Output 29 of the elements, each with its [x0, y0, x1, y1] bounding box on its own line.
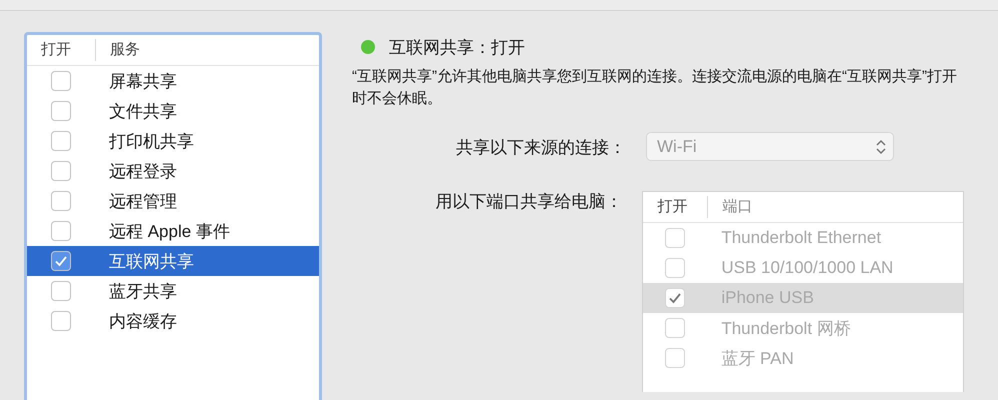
checkbox[interactable]	[51, 221, 71, 241]
status-title: 互联网共享：打开	[389, 36, 525, 58]
checkbox[interactable]	[51, 311, 71, 331]
list-row[interactable]: 互联网共享	[27, 246, 319, 276]
column-header: 打开	[643, 196, 708, 218]
checkbox[interactable]	[51, 191, 71, 211]
checkbox[interactable]	[51, 131, 71, 151]
column-header: 打开	[27, 39, 96, 61]
checkmark-icon	[54, 255, 68, 267]
list-row[interactable]: 远程 Apple 事件	[27, 216, 319, 246]
checkbox[interactable]	[51, 71, 71, 91]
ports-label: 用以下端口共享给电脑：	[434, 191, 622, 213]
checkmark-icon	[668, 292, 682, 304]
column-header: 端口	[721, 197, 752, 217]
source-label: 共享以下来源的连接：	[455, 137, 626, 159]
list-row[interactable]: 远程管理	[27, 186, 319, 216]
list-row[interactable]: 远程登录	[27, 156, 319, 186]
list-row[interactable]: 蓝牙共享	[27, 276, 319, 306]
list-row[interactable]: 打印机共享	[27, 126, 319, 156]
checkbox[interactable]	[51, 101, 71, 121]
list-row[interactable]: 内容缓存	[27, 306, 319, 336]
column-header: 服务	[109, 40, 140, 60]
description-text: “互联网共享”允许其他电脑共享您到互联网的连接。连接交流电源的电脑在“互联网共享”打开时不会休眠。	[352, 67, 958, 109]
chevron-up-down-icon	[875, 138, 887, 156]
list-row[interactable]: 文件共享	[27, 96, 319, 126]
checkbox[interactable]	[51, 251, 71, 271]
checkbox[interactable]	[51, 161, 71, 181]
list-row[interactable]: 屏幕共享	[27, 66, 319, 96]
checkbox[interactable]	[51, 281, 71, 301]
